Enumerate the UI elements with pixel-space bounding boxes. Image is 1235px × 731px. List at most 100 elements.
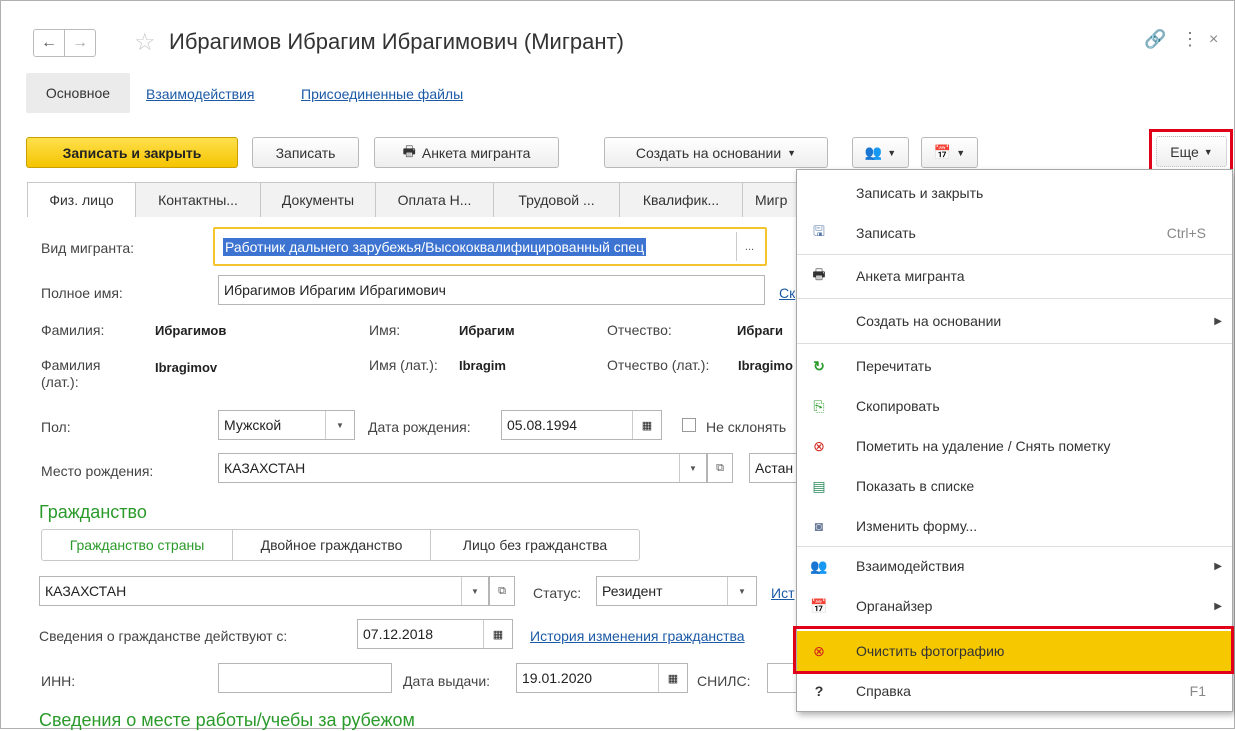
open-icon[interactable]: ⧉ <box>489 576 515 606</box>
menu-item-save[interactable]: 🖫 Записать Ctrl+S <box>797 213 1232 253</box>
tab-contacts[interactable]: Контактны... <box>135 182 261 217</box>
citizenship-since-field[interactable]: 07.12.2018 ▦ <box>357 619 513 649</box>
surname-value: Ибрагимов <box>155 323 227 338</box>
status-label: Статус: <box>533 585 582 601</box>
menu-item-label: Скопировать <box>856 398 940 414</box>
users-icon: 👥 <box>864 144 883 160</box>
birthplace-label: Место рождения: <box>41 463 154 479</box>
full-name-value: Ибрагимов Ибрагим Ибрагимович <box>224 282 446 298</box>
chevron-right-icon: ▶ <box>1214 560 1222 572</box>
citizenship-history-link[interactable]: История изменения гражданства <box>530 628 745 644</box>
menu-item-label: Изменить форму... <box>856 518 978 534</box>
nav-main[interactable]: Основное <box>26 73 130 113</box>
tab-labor[interactable]: Трудовой ... <box>493 182 620 217</box>
menu-item-mark-delete[interactable]: ⊗ Пометить на удаление / Снять пометку <box>797 426 1232 466</box>
status-select[interactable]: Резидент ▼ <box>596 576 757 606</box>
link-icon[interactable]: 🔗 <box>1144 29 1166 50</box>
save-button[interactable]: Записать <box>252 137 359 168</box>
menu-item-save-close[interactable]: Записать и закрыть <box>797 173 1232 213</box>
citizenship-country-field[interactable]: КАЗАХСТАН ▼ <box>39 576 489 606</box>
birthplace-city-field[interactable]: Астан <box>749 453 799 483</box>
surname-lat-value: Ibragimov <box>155 360 218 375</box>
work-abroad-header: Сведения о месте работы/учебы за рубежом <box>39 710 415 730</box>
close-icon[interactable]: × <box>1209 31 1218 49</box>
save-and-close-button[interactable]: Записать и закрыть <box>26 137 238 168</box>
full-name-field[interactable]: Ибрагимов Ибрагим Ибрагимович <box>218 275 765 305</box>
menu-item-create-based-on[interactable]: Создать на основании ▶ <box>797 301 1232 341</box>
open-icon[interactable]: ⧉ <box>707 453 733 483</box>
birthplace-value: КАЗАХСТАН <box>224 460 306 476</box>
birthplace-field[interactable]: КАЗАХСТАН ▼ <box>218 453 707 483</box>
menu-separator <box>797 254 1232 255</box>
list-icon: ▤ <box>812 477 826 494</box>
dob-field[interactable]: 05.08.1994 ▦ <box>501 410 662 440</box>
chevron-down-icon[interactable]: ▼ <box>461 577 488 605</box>
favorite-star-icon[interactable]: ☆ <box>134 28 156 57</box>
no-decline-checkbox[interactable] <box>682 418 696 432</box>
dob-label: Дата рождения: <box>368 419 471 435</box>
save-icon: 🖫 <box>813 223 825 239</box>
menu-item-label: Пометить на удаление / Снять пометку <box>856 438 1111 454</box>
nav-main-label: Основное <box>45 85 111 101</box>
patronymic-value: Ибраги <box>737 323 783 338</box>
more-label: Еще <box>1170 143 1199 160</box>
segment-dual-citizenship[interactable]: Двойное гражданство <box>232 529 431 561</box>
nav-attached-files[interactable]: Присоединенные файлы <box>301 86 463 102</box>
nav-interactions[interactable]: Взаимодействия <box>146 86 255 102</box>
tab-qualification[interactable]: Квалифик... <box>619 182 743 217</box>
copy-icon: ⎘ <box>813 397 825 414</box>
menu-item-label: Взаимодействия <box>856 558 965 574</box>
menu-item-label: Перечитать <box>856 358 932 374</box>
chevron-down-icon[interactable]: ▼ <box>679 454 706 482</box>
migrant-type-value: Работник дальнего зарубежья/Высококвалиф… <box>223 237 647 256</box>
interactions-button[interactable]: 👥 ▼ <box>852 137 909 168</box>
menu-item-help[interactable]: ? Справка F1 <box>797 671 1232 711</box>
chevron-down-icon: ▼ <box>787 147 797 158</box>
forward-button[interactable]: → <box>64 29 96 57</box>
surname-lat-label-line2: (лат.): <box>41 374 79 390</box>
issue-date-field[interactable]: 19.01.2020 ▦ <box>516 663 688 693</box>
segment-country-citizenship[interactable]: Гражданство страны <box>41 529 233 561</box>
tab-migration[interactable]: Мигр <box>742 182 798 217</box>
patronymic-lat-label: Отчество (лат.): <box>607 357 710 373</box>
organizer-button[interactable]: 📅 ▼ <box>921 137 978 168</box>
calendar-icon[interactable]: ▦ <box>483 620 512 648</box>
name-lat-value: Ibragim <box>459 358 506 373</box>
menu-item-reread[interactable]: ↻ Перечитать <box>797 346 1232 386</box>
sex-select[interactable]: Мужской ▼ <box>218 410 355 440</box>
tab-person[interactable]: Физ. лицо <box>27 182 136 217</box>
migrant-type-field[interactable]: Работник дальнего зарубежья/Высококвалиф… <box>218 232 736 261</box>
more-vertical-icon[interactable]: ⋮ <box>1181 29 1199 50</box>
chevron-right-icon: ▶ <box>1214 315 1222 327</box>
migrant-type-select-button[interactable]: ... <box>736 232 762 261</box>
status-history-link[interactable]: Ист <box>771 585 794 601</box>
patronymic-label: Отчество: <box>607 322 672 338</box>
menu-item-interactions[interactable]: 👥 Взаимодействия ▶ <box>797 546 1232 586</box>
tab-payment[interactable]: Оплата Н... <box>375 182 494 217</box>
chevron-down-icon: ▼ <box>1203 146 1213 157</box>
create-based-on-button[interactable]: Создать на основании ▼ <box>604 137 828 168</box>
arrow-right-icon: → <box>72 34 88 51</box>
segment-stateless[interactable]: Лицо без гражданства <box>430 529 640 561</box>
refresh-icon: ↻ <box>813 357 825 374</box>
inn-field[interactable] <box>218 663 392 693</box>
menu-item-migrant-form[interactable]: 🖶 Анкета мигранта <box>797 256 1232 296</box>
interactions-icon: 👥 <box>810 557 828 574</box>
menu-item-change-form[interactable]: ◙ Изменить форму... <box>797 506 1232 546</box>
citizenship-since-label: Сведения о гражданстве действуют с: <box>39 628 288 644</box>
calendar-icon[interactable]: ▦ <box>632 411 661 439</box>
more-button[interactable]: Еще ▼ <box>1156 136 1227 167</box>
name-value: Ибрагим <box>459 323 515 338</box>
birthplace-city-value: Астан <box>755 460 794 476</box>
printer-icon: 🖶 <box>402 142 416 159</box>
migrant-form-button[interactable]: 🖶 Анкета мигранта <box>374 137 559 168</box>
menu-item-organizer[interactable]: 📅 Органайзер ▶ <box>797 586 1232 626</box>
issue-date-label: Дата выдачи: <box>403 673 491 689</box>
calendar-icon[interactable]: ▦ <box>658 664 687 692</box>
full-name-link[interactable]: Ск <box>779 285 795 301</box>
back-button[interactable]: ← <box>33 29 65 57</box>
no-decline-label: Не склонять <box>706 419 787 435</box>
menu-item-show-in-list[interactable]: ▤ Показать в списке <box>797 466 1232 506</box>
menu-item-copy[interactable]: ⎘ Скопировать <box>797 386 1232 426</box>
tab-documents[interactable]: Документы <box>260 182 376 217</box>
